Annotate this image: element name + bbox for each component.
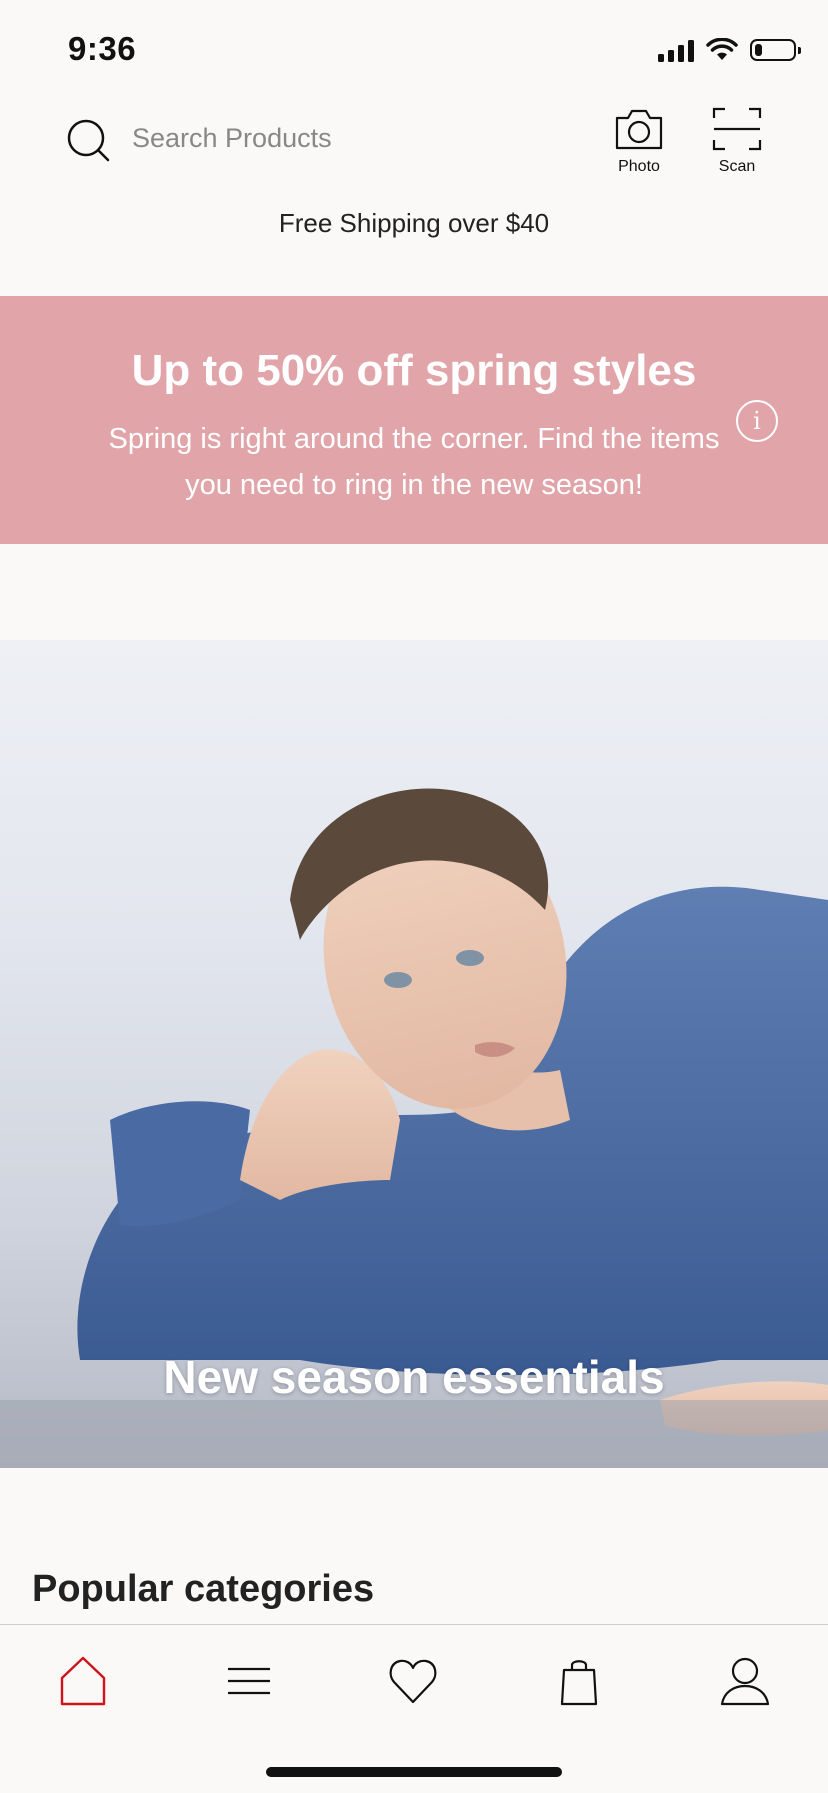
cellular-signal-icon xyxy=(658,38,694,62)
promo-title: Up to 50% off spring styles xyxy=(131,346,697,395)
search-icon[interactable] xyxy=(64,116,112,164)
hero-banner[interactable]: New season essentials xyxy=(0,640,828,1468)
scan-icon xyxy=(712,107,762,151)
shopping-bag-icon xyxy=(560,1660,598,1706)
home-icon xyxy=(60,1656,106,1706)
status-bar: 9:36 xyxy=(0,0,828,96)
status-icons xyxy=(658,36,801,64)
tab-home[interactable] xyxy=(48,1651,118,1711)
battery-icon xyxy=(750,39,801,61)
user-icon xyxy=(720,1657,770,1706)
promo-body: Spring is right around the corner. Find … xyxy=(108,423,720,501)
tab-bag[interactable] xyxy=(544,1651,614,1711)
search-row: Photo Scan xyxy=(0,96,828,196)
popular-categories-title: Popular categories xyxy=(32,1568,375,1610)
wifi-icon xyxy=(706,38,738,60)
promo-banner[interactable]: Up to 50% off spring styles Spring is ri… xyxy=(0,296,828,544)
home-indicator xyxy=(266,1767,562,1777)
heart-icon xyxy=(389,1659,437,1704)
tab-favorites[interactable] xyxy=(378,1651,448,1711)
tab-menu[interactable] xyxy=(214,1651,284,1711)
shipping-banner: Free Shipping over $40 xyxy=(278,208,550,238)
battery-level xyxy=(755,44,762,56)
camera-icon xyxy=(615,109,663,150)
photo-label: Photo xyxy=(618,158,660,175)
scan-button[interactable]: Scan xyxy=(692,106,782,186)
bottom-tab-bar xyxy=(0,1624,828,1793)
photo-search-button[interactable]: Photo xyxy=(594,106,684,186)
info-icon[interactable]: i xyxy=(736,400,778,442)
hero-image xyxy=(0,788,828,1468)
tab-account[interactable] xyxy=(710,1651,780,1711)
hero-caption: New season essentials xyxy=(163,1351,665,1403)
scan-label: Scan xyxy=(718,158,756,175)
status-time: 9:36 xyxy=(68,30,137,67)
search-input[interactable] xyxy=(130,114,574,162)
menu-icon xyxy=(228,1667,270,1695)
